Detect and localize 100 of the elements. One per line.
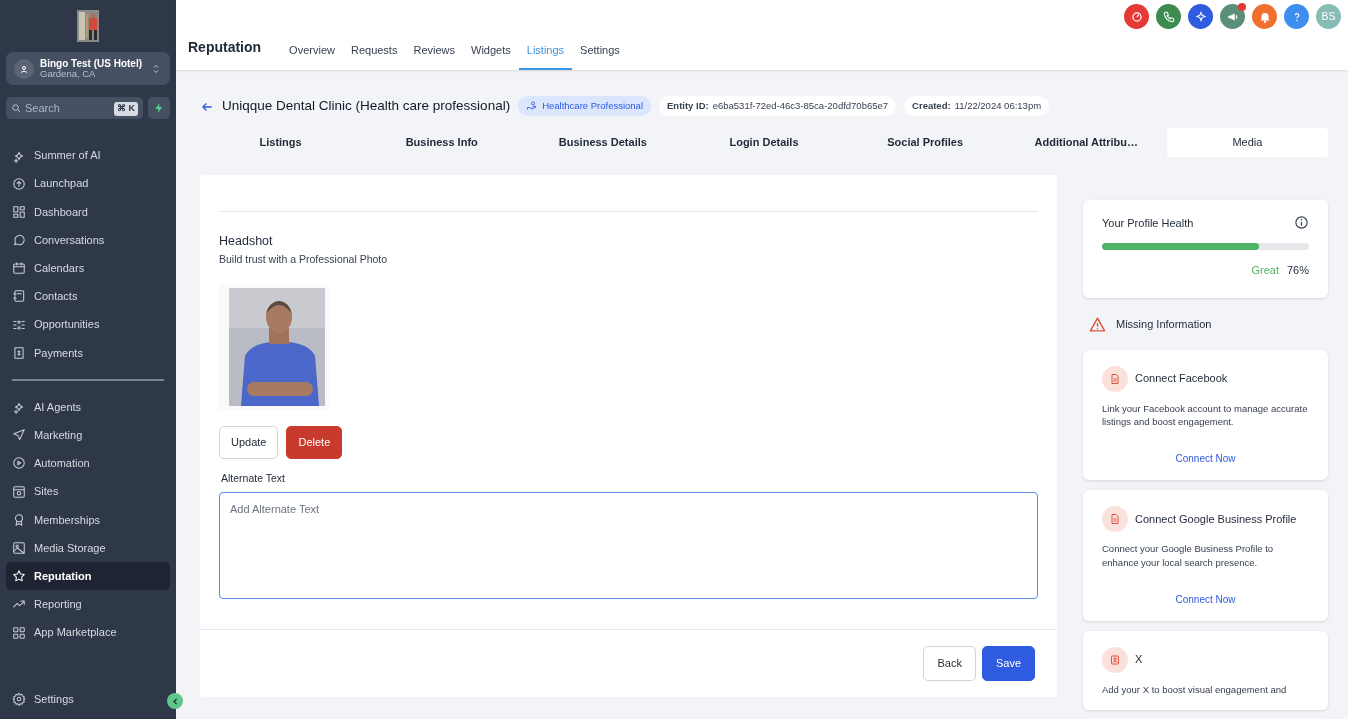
sidebar-item[interactable]: Summer of AI: [6, 141, 170, 170]
toolbar-button[interactable]: [1220, 4, 1245, 29]
sidebar-item-label: App Marketplace: [34, 625, 117, 641]
section-tab[interactable]: Business Details: [522, 128, 684, 157]
app-title: Reputation: [188, 38, 262, 57]
nav-tab[interactable]: Overview: [281, 41, 343, 70]
section-tab[interactable]: Business Info: [361, 128, 523, 157]
section-tab[interactable]: Login Details: [683, 128, 845, 157]
chat-icon: [12, 233, 26, 248]
connect-link[interactable]: Connect Now: [1102, 451, 1309, 467]
entity-title: Uniqque Dental Clinic (Health care professional): [222, 96, 511, 115]
star-icon: [12, 569, 26, 584]
sidebar-item[interactable]: Sites: [6, 477, 170, 506]
toolbar-button[interactable]: [1284, 4, 1309, 29]
send-icon: [12, 428, 26, 443]
toolbar-button[interactable]: [1252, 4, 1277, 29]
portrait-icon: [1102, 646, 1128, 673]
badge-icon: [12, 512, 26, 527]
toolbar-button[interactable]: [1156, 4, 1181, 29]
sidebar-item[interactable]: AI Agents: [6, 392, 170, 422]
settings-icon: [12, 691, 26, 706]
card-description: Link your Facebook account to manage accurate listings and boost engagement.: [1102, 401, 1309, 430]
sidebar-item[interactable]: Reputation: [6, 562, 170, 591]
section-title: Missing Information: [1116, 316, 1212, 332]
account-switcher[interactable]: Bingo Test (US Hotel) Gardena, CA: [6, 52, 170, 86]
sidebar-item[interactable]: Payments: [6, 338, 170, 367]
delete-button[interactable]: Delete: [286, 426, 343, 459]
card-description: Add your X to boost visual engagement and: [1102, 682, 1288, 697]
save-button[interactable]: Save: [981, 646, 1035, 681]
update-button[interactable]: Update: [219, 426, 279, 459]
sidebar-item[interactable]: Automation: [6, 449, 170, 478]
section-tab[interactable]: Additional Attribu…: [1005, 128, 1167, 157]
sidebar-item[interactable]: Launchpad: [6, 169, 170, 198]
shortcut-key: ⌘ K: [114, 102, 138, 116]
section-tab[interactable]: Social Profiles: [844, 128, 1006, 157]
info-icon: [1294, 215, 1309, 231]
nav-tab[interactable]: Widgets: [463, 41, 519, 70]
card-title: Connect Facebook: [1135, 371, 1228, 387]
toolbar-button[interactable]: [1124, 4, 1149, 29]
sidebar-item-label: Opportunities: [34, 317, 100, 333]
sidebar-item[interactable]: Reporting: [6, 590, 170, 619]
sidebar-item[interactable]: Marketing: [6, 421, 170, 450]
account-name: Bingo Test (US Hotel): [40, 58, 143, 69]
section-tab[interactable]: Listings: [200, 128, 362, 157]
play-icon: [12, 456, 26, 471]
sidebar-item[interactable]: Memberships: [6, 505, 170, 534]
quick-action-button[interactable]: [148, 97, 170, 120]
gauge-icon: [1129, 9, 1144, 24]
sidebar-item[interactable]: Media Storage: [6, 533, 170, 563]
dashboard-icon: [12, 204, 26, 219]
chevron-left-icon: [170, 696, 180, 706]
sidebar-item-label: Settings: [34, 691, 74, 707]
sidebar-item-label: Payments: [34, 345, 83, 361]
nav-tab[interactable]: Requests: [342, 41, 406, 70]
warning-icon: [1089, 315, 1106, 333]
sidebar-item-label: Sites: [34, 484, 59, 500]
rocket-icon: [12, 176, 26, 191]
card-title: Connect Google Business Profile: [1135, 511, 1297, 527]
back-text-button[interactable]: Back: [923, 646, 976, 681]
sidebar-item-label: Media Storage: [34, 540, 106, 556]
opportunities-icon: [12, 317, 26, 332]
card-title: X: [1135, 652, 1143, 668]
sidebar-item-label: Conversations: [34, 232, 105, 248]
sidebar-item-label: Reporting: [34, 597, 82, 613]
sidebar-item[interactable]: App Marketplace: [6, 618, 170, 647]
field-label: Alternate Text: [221, 470, 286, 486]
sidebar-item-label: Calendars: [34, 261, 85, 277]
grid-icon: [12, 625, 26, 640]
calendar-icon: [12, 261, 26, 276]
sidebar-item-label: Dashboard: [34, 204, 88, 220]
sidebar-item[interactable]: Dashboard: [6, 197, 170, 226]
alt-text-field[interactable]: Add Alternate Text: [219, 492, 1038, 600]
sparkle-icon: [12, 400, 26, 415]
phone-icon: [1161, 9, 1176, 24]
sidebar-item[interactable]: Calendars: [6, 254, 170, 283]
category-tag: Healthcare Professional: [518, 95, 651, 117]
sidebar-item-label: Reputation: [34, 568, 92, 584]
sidebar-item[interactable]: Settings: [6, 684, 170, 713]
sidebar-item-label: AI Agents: [34, 399, 82, 415]
sidebar-item[interactable]: Contacts: [6, 282, 170, 311]
sidebar-item[interactable]: Opportunities: [6, 310, 170, 339]
contacts-icon: [12, 289, 26, 304]
collapse-button[interactable]: [167, 693, 183, 709]
percent-value: 76%: [1286, 263, 1309, 278]
connect-link[interactable]: Connect Now: [1102, 591, 1309, 607]
rating-label: Great: [1251, 263, 1279, 278]
sidebar-item-label: Memberships: [34, 512, 101, 528]
entity-id: Entity ID: e6ba531f-72ed-46c3-85ca-20dfd70b65e7: [659, 95, 897, 117]
account-location: Gardena, CA: [40, 69, 96, 80]
section-tab[interactable]: Media: [1166, 128, 1328, 157]
nav-tab[interactable]: Settings: [572, 41, 628, 70]
sidebar-item[interactable]: Conversations: [6, 226, 170, 255]
sidebar-item-label: Automation: [34, 456, 90, 472]
notification-dot: [1238, 3, 1246, 11]
card-title: Your Profile Health: [1102, 215, 1194, 231]
document-icon: [1102, 365, 1128, 392]
nav-tab[interactable]: Reviews: [405, 41, 463, 70]
sidebar-item-label: Summer of AI: [34, 148, 101, 164]
document-icon: [1102, 506, 1128, 533]
toolbar-button[interactable]: [1188, 4, 1213, 29]
